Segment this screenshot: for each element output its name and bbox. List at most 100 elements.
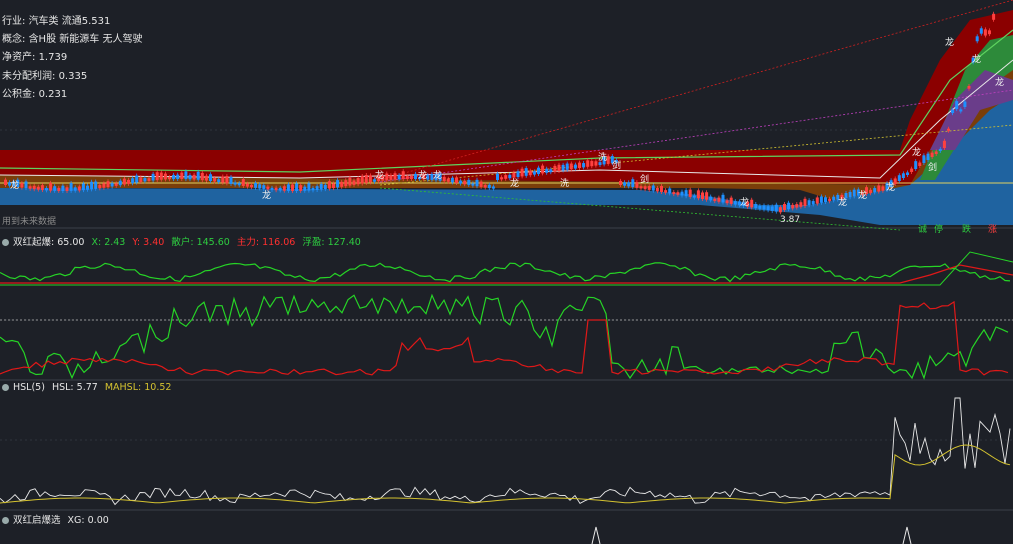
candle-body [32, 185, 36, 190]
candle-body [291, 184, 294, 191]
candle-body [623, 182, 627, 186]
candle-body [754, 203, 758, 209]
candle-body [897, 175, 901, 181]
candle-body [356, 178, 360, 185]
candle-body [565, 163, 569, 170]
candle-body [951, 109, 955, 114]
candle-body [311, 187, 315, 191]
candle-body [61, 185, 65, 191]
indicator1-x: X: 2.43 [91, 237, 126, 248]
candle-body [680, 191, 684, 196]
candle-body [627, 182, 631, 187]
candle-body [450, 177, 454, 183]
candle-body [569, 163, 573, 170]
candle-body [127, 179, 130, 184]
candle-body [967, 85, 971, 89]
candle-body [717, 197, 721, 202]
candle-body [151, 173, 155, 181]
candle-body [848, 191, 852, 198]
candle-body [783, 203, 786, 210]
right-button-3[interactable]: 涨 [988, 222, 997, 235]
candle-body [988, 30, 991, 35]
candle-body [204, 175, 208, 181]
candle-body [639, 186, 643, 189]
candle-body [163, 173, 167, 180]
right-button-2[interactable]: 跌 [962, 222, 971, 235]
indicator2-hsl: HSL: 5.77 [51, 382, 98, 393]
settings-dot-icon[interactable] [2, 517, 9, 524]
candle-body [49, 182, 53, 191]
candle-body [217, 179, 221, 183]
candle-body [368, 175, 372, 183]
candle-body [131, 178, 135, 184]
candle-body [729, 197, 733, 204]
signal-marker: 龙 [858, 189, 867, 201]
candle-body [245, 183, 249, 187]
candle-body [824, 197, 827, 202]
candle-body [643, 186, 647, 190]
candle-body [635, 182, 639, 188]
candle-body [500, 177, 504, 180]
indicator1-header: 双红起爆: 65.00 X: 2.43 Y: 3.40 散户: 145.60 主… [2, 234, 365, 248]
indicator2-hsl-line [0, 397, 1011, 506]
candle-body [471, 183, 475, 186]
candle-body [393, 173, 397, 180]
right-button-0[interactable]: 诚 [918, 222, 927, 235]
candle-body [303, 186, 307, 191]
net-asset-label: 净资产: [2, 52, 36, 63]
candle-body [553, 165, 557, 172]
net-asset-value: 1.739 [38, 52, 68, 63]
candle-body [332, 183, 335, 189]
candle-body [586, 160, 590, 167]
candle-body [701, 192, 704, 199]
indicator3-xg: XG: 0.00 [67, 515, 109, 526]
candle-body [225, 176, 229, 184]
candle-body [881, 186, 885, 191]
candle-body [229, 176, 233, 184]
candle-body [274, 187, 278, 191]
candle-body [118, 180, 122, 186]
xg-signal-spike [591, 526, 601, 544]
low-price-label: 3.87 [780, 215, 801, 225]
candle-body [323, 184, 327, 190]
signal-marker: 龙 [418, 169, 427, 181]
candle-body [4, 179, 7, 185]
candle-body [619, 180, 622, 185]
settings-dot-icon[interactable] [2, 239, 9, 246]
candle-body [992, 13, 996, 20]
right-button-1[interactable]: 停 [934, 222, 943, 235]
candle-body [778, 207, 782, 213]
signal-marker: 龙 [972, 53, 981, 65]
indicator1-param: : 65.00 [51, 237, 85, 248]
candle-body [676, 192, 680, 195]
signal-marker: 龙 [995, 76, 1004, 88]
candle-body [549, 169, 553, 173]
indicator2-name: HSL(5) [13, 382, 45, 393]
candle-body [122, 178, 126, 185]
candle-body [869, 189, 873, 194]
candle-body [262, 185, 266, 189]
candle-body [938, 148, 942, 151]
candle-body [250, 184, 253, 188]
signal-marker: 龙 [262, 189, 271, 201]
signal-marker: 龙 [912, 146, 921, 158]
candle-body [512, 172, 516, 178]
candle-body [692, 195, 696, 198]
candle-body [487, 184, 491, 189]
undist-profit-row: 未分配利润: 0.335 [2, 67, 87, 82]
signal-marker: 剑 [640, 173, 649, 185]
candle-body [20, 183, 24, 188]
indicator1-green-oscillator [0, 293, 1009, 380]
candle-body [200, 172, 204, 181]
net-asset-row: 净资产: 1.739 [2, 48, 67, 63]
candle-body [504, 175, 508, 179]
indicator1-fuying: 浮盈: 127.40 [302, 237, 361, 248]
signal-marker: 龙 [740, 196, 749, 208]
candle-body [947, 128, 950, 131]
candle-body [327, 181, 331, 189]
candle-body [762, 205, 766, 210]
candle-body [578, 162, 581, 168]
candle-body [286, 184, 290, 191]
candle-body [147, 178, 151, 181]
settings-dot-icon[interactable] [2, 384, 9, 391]
